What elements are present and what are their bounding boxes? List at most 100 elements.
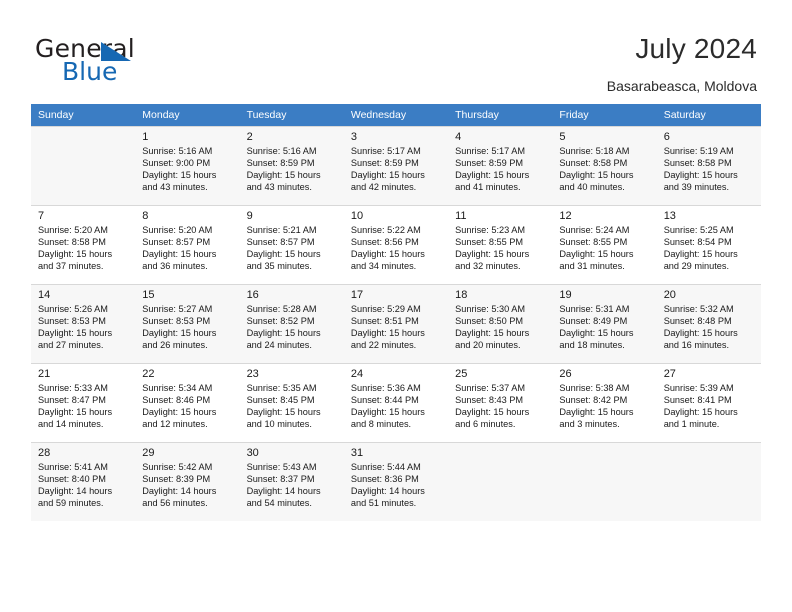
page-title: July 2024 [635,33,757,64]
day-cell[interactable]: 19 Sunrise: 5:31 AM Sunset: 8:49 PM Dayli… [552,284,657,364]
day-cell[interactable]: 23 Sunrise: 5:35 AM Sunset: 8:45 PM Dayli… [239,363,344,443]
day-cell[interactable]: 30 Sunrise: 5:43 AM Sunset: 8:37 PM Dayli… [239,442,344,521]
day-cell[interactable]: 29 Sunrise: 5:42 AM Sunset: 8:39 PM Dayli… [135,442,240,521]
day-number: 4 [455,131,462,143]
day-cell[interactable]: 25 Sunrise: 5:37 AM Sunset: 8:43 PM Dayli… [448,363,553,443]
day-cell[interactable] [448,442,553,521]
day-number: 21 [38,368,51,380]
day-details: Sunrise: 5:33 AM Sunset: 8:47 PM Dayligh… [38,383,113,430]
weekday-header-saturday: Saturday [656,104,761,127]
day-number: 13 [663,210,676,222]
day-details: Sunrise: 5:28 AM Sunset: 8:52 PM Dayligh… [246,304,321,351]
general-blue-logo: General Blue [35,34,245,86]
day-details: Sunrise: 5:26 AM Sunset: 8:53 PM Dayligh… [38,304,113,351]
day-details: Sunrise: 5:17 AM Sunset: 8:59 PM Dayligh… [455,146,530,193]
day-number: 20 [663,289,676,301]
day-number: 1 [142,131,149,143]
day-number: 6 [663,131,670,143]
day-cell[interactable]: 22 Sunrise: 5:34 AM Sunset: 8:46 PM Dayli… [135,363,240,443]
day-cell[interactable]: 4 Sunrise: 5:17 AM Sunset: 8:59 PM Daylig… [448,126,553,206]
day-details: Sunrise: 5:32 AM Sunset: 8:48 PM Dayligh… [663,304,738,351]
day-cell[interactable]: 7 Sunrise: 5:20 AM Sunset: 8:58 PM Daylig… [31,205,136,285]
day-details: Sunrise: 5:21 AM Sunset: 8:57 PM Dayligh… [246,225,321,272]
day-details: Sunrise: 5:22 AM Sunset: 8:56 PM Dayligh… [350,225,425,272]
day-cell[interactable]: 17 Sunrise: 5:29 AM Sunset: 8:51 PM Dayli… [343,284,449,364]
day-details: Sunrise: 5:20 AM Sunset: 8:57 PM Dayligh… [142,225,217,272]
calendar-week-row: 28 Sunrise: 5:41 AM Sunset: 8:40 PM Dayli… [31,442,761,521]
day-cell[interactable]: 27 Sunrise: 5:39 AM Sunset: 8:41 PM Dayli… [656,363,761,443]
day-cell[interactable] [656,442,761,521]
day-cell[interactable]: 9 Sunrise: 5:21 AM Sunset: 8:57 PM Daylig… [239,205,344,285]
day-cell[interactable]: 10 Sunrise: 5:22 AM Sunset: 8:56 PM Dayli… [343,205,449,285]
day-details: Sunrise: 5:19 AM Sunset: 8:58 PM Dayligh… [663,146,738,193]
day-cell[interactable]: 6 Sunrise: 5:19 AM Sunset: 8:58 PM Daylig… [656,126,761,206]
day-details: Sunrise: 5:16 AM Sunset: 9:00 PM Dayligh… [142,146,217,193]
day-cell[interactable]: 11 Sunrise: 5:23 AM Sunset: 8:55 PM Dayli… [448,205,553,285]
day-number: 8 [142,210,149,222]
calendar-header-row: Sunday Monday Tuesday Wednesday Thursday… [31,104,761,127]
day-cell[interactable]: 1 Sunrise: 5:16 AM Sunset: 9:00 PM Daylig… [135,126,240,206]
weekday-header-tuesday: Tuesday [239,104,344,127]
day-number: 11 [455,210,467,222]
page-subtitle: Basarabeasca, Moldova [606,78,757,94]
day-number: 26 [559,368,572,380]
day-number: 12 [559,210,572,222]
day-cell[interactable]: 14 Sunrise: 5:26 AM Sunset: 8:53 PM Dayli… [31,284,136,364]
day-number: 15 [142,289,155,301]
day-cell[interactable]: 2 Sunrise: 5:16 AM Sunset: 8:59 PM Daylig… [239,126,344,206]
day-cell[interactable]: 18 Sunrise: 5:30 AM Sunset: 8:50 PM Dayli… [448,284,553,364]
weekday-header-sunday: Sunday [31,104,136,127]
calendar-week-row: 1 Sunrise: 5:16 AM Sunset: 9:00 PM Daylig… [31,126,761,206]
day-details: Sunrise: 5:44 AM Sunset: 8:36 PM Dayligh… [350,462,425,509]
day-cell[interactable]: 16 Sunrise: 5:28 AM Sunset: 8:52 PM Dayli… [239,284,344,364]
day-details: Sunrise: 5:42 AM Sunset: 8:39 PM Dayligh… [142,462,217,509]
day-number: 18 [455,289,468,301]
day-details: Sunrise: 5:17 AM Sunset: 8:59 PM Dayligh… [350,146,425,193]
calendar-week-row: 14 Sunrise: 5:26 AM Sunset: 8:53 PM Dayli… [31,284,761,364]
day-cell[interactable]: 21 Sunrise: 5:33 AM Sunset: 8:47 PM Dayli… [31,363,136,443]
day-number: 30 [246,447,259,459]
logo-text-blue: Blue [62,57,118,86]
day-cell[interactable]: 12 Sunrise: 5:24 AM Sunset: 8:55 PM Dayli… [552,205,657,285]
day-number [38,130,130,145]
day-number: 5 [559,131,566,143]
page-header: General Blue July 2024 Basarabeasca, Mol… [0,0,792,103]
day-number: 31 [350,447,364,459]
day-number [664,446,756,461]
day-details: Sunrise: 5:39 AM Sunset: 8:41 PM Dayligh… [663,383,738,430]
day-cell[interactable]: 15 Sunrise: 5:27 AM Sunset: 8:53 PM Dayli… [135,284,240,364]
day-cell[interactable] [31,126,136,206]
day-details: Sunrise: 5:18 AM Sunset: 8:58 PM Dayligh… [559,146,634,193]
day-cell[interactable]: 5 Sunrise: 5:18 AM Sunset: 8:58 PM Daylig… [552,126,657,206]
day-number: 29 [142,447,155,459]
day-details: Sunrise: 5:27 AM Sunset: 8:53 PM Dayligh… [142,304,217,351]
day-cell[interactable]: 26 Sunrise: 5:38 AM Sunset: 8:42 PM Dayli… [552,363,657,443]
day-details: Sunrise: 5:34 AM Sunset: 8:46 PM Dayligh… [142,383,217,430]
day-number: 27 [663,368,676,380]
day-number: 23 [246,368,259,380]
calendar-week-row: 7 Sunrise: 5:20 AM Sunset: 8:58 PM Daylig… [31,205,761,285]
day-cell[interactable] [552,442,657,521]
weekday-header-monday: Monday [135,104,240,127]
day-number: 3 [350,131,357,143]
day-details: Sunrise: 5:36 AM Sunset: 8:44 PM Dayligh… [350,383,425,430]
day-cell[interactable]: 20 Sunrise: 5:32 AM Sunset: 8:48 PM Dayli… [656,284,761,364]
day-cell[interactable]: 28 Sunrise: 5:41 AM Sunset: 8:40 PM Dayli… [31,442,136,521]
day-cell[interactable]: 13 Sunrise: 5:25 AM Sunset: 8:54 PM Dayli… [656,205,761,285]
day-details: Sunrise: 5:43 AM Sunset: 8:37 PM Dayligh… [246,462,321,509]
day-cell[interactable]: 8 Sunrise: 5:20 AM Sunset: 8:57 PM Daylig… [135,205,240,285]
weekday-header-wednesday: Wednesday [343,104,449,127]
day-number: 7 [38,210,45,222]
day-details: Sunrise: 5:25 AM Sunset: 8:54 PM Dayligh… [663,225,738,272]
day-details: Sunrise: 5:23 AM Sunset: 8:55 PM Dayligh… [455,225,530,272]
day-cell[interactable]: 3 Sunrise: 5:17 AM Sunset: 8:59 PM Daylig… [343,126,449,206]
day-cell[interactable]: 24 Sunrise: 5:36 AM Sunset: 8:44 PM Dayli… [343,363,449,443]
day-number: 14 [38,289,51,301]
day-cell[interactable]: 31 Sunrise: 5:44 AM Sunset: 8:36 PM Dayli… [343,442,449,521]
day-number: 24 [350,368,364,380]
day-number: 22 [142,368,155,380]
day-details: Sunrise: 5:30 AM Sunset: 8:50 PM Dayligh… [455,304,530,351]
day-number: 19 [559,289,572,301]
weekday-header-thursday: Thursday [448,104,553,127]
day-number [455,446,547,461]
